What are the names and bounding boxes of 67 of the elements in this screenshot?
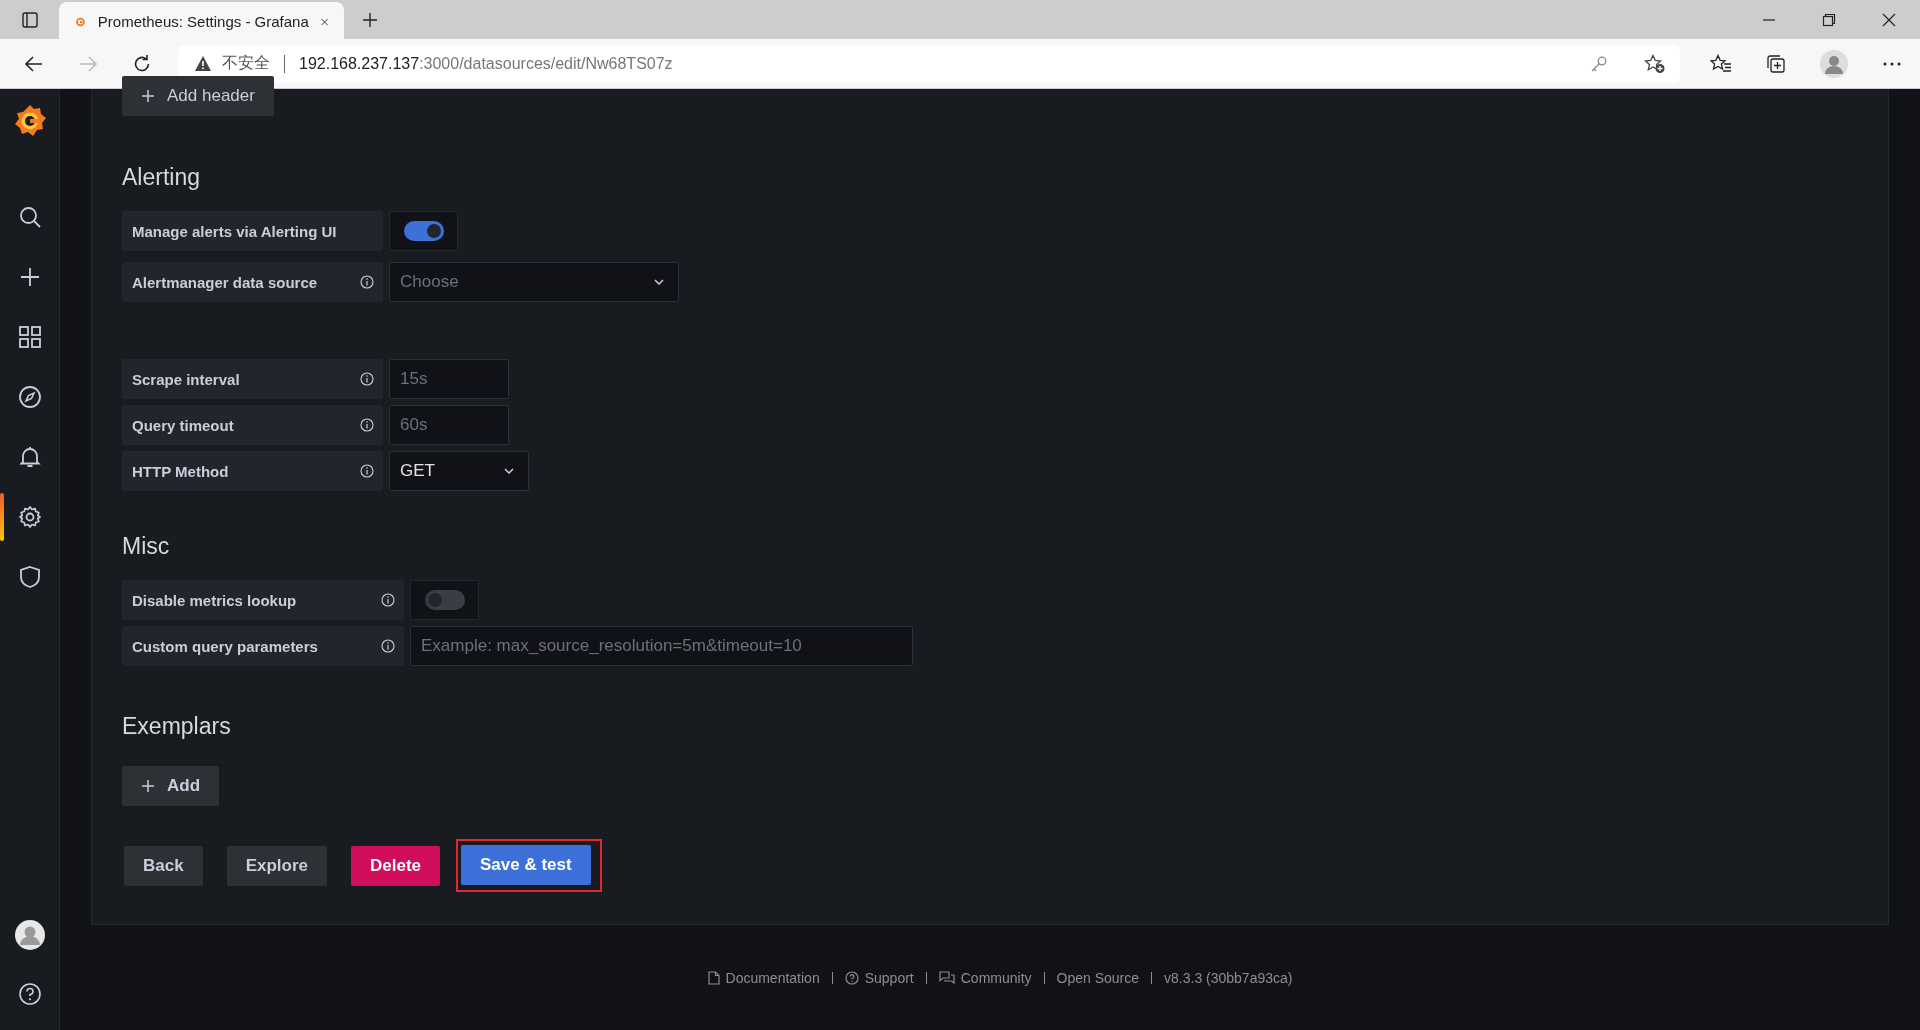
plus-icon [141,779,155,793]
add-button[interactable]: Add [122,766,220,806]
footer-link[interactable]: v8.3.3 (30bb7a93ca) [1164,969,1293,986]
info-icon[interactable] [381,593,395,607]
label-text: Disable metrics lookup [132,591,297,609]
restore-icon[interactable] [1822,12,1836,27]
chat-icon [938,970,955,985]
security-label: 不安全 [222,53,270,73]
info-icon[interactable] [360,464,374,478]
select-field[interactable]: Choose [389,262,679,302]
label-text: HTTP Method [132,462,229,480]
key-icon[interactable] [1590,54,1608,73]
footer-link[interactable]: Community [938,969,1032,986]
info-icon[interactable] [360,372,374,386]
section-heading: Alerting [122,164,201,191]
browser-tab[interactable]: Prometheus: Settings - Grafana [59,2,344,41]
section-heading: Exemplars [122,713,232,740]
collections-icon[interactable] [1766,53,1786,74]
info-icon[interactable] [360,418,374,432]
save-button[interactable]: Save & test [461,845,591,885]
info-icon[interactable] [360,275,374,289]
compass-icon[interactable] [17,385,42,409]
user-avatar-icon[interactable] [14,920,45,950]
label-text: Custom query parameters [132,637,318,655]
select-field[interactable]: GET [389,451,529,491]
tab-actions-icon[interactable] [21,10,39,29]
label-text: Manage alerts via Alerting UI [132,222,337,240]
dashboards-icon[interactable] [17,325,42,349]
action-button[interactable]: Back [124,845,203,886]
toggle-switch[interactable] [424,590,465,610]
section-heading: Misc [122,533,171,560]
label-text: Alertmanager data source [132,273,318,291]
chevron-down-icon [654,279,664,285]
profile-avatar-icon[interactable] [1820,49,1848,78]
refresh-icon[interactable] [132,53,152,74]
back-icon[interactable] [24,53,44,74]
favorites-icon[interactable] [1710,53,1732,74]
new-tab-icon[interactable] [362,11,378,28]
shield-icon[interactable] [18,565,41,589]
help-icon[interactable] [17,982,42,1006]
footer-link[interactable]: Documentation [707,969,820,986]
close-icon[interactable] [1882,12,1896,27]
info-icon[interactable] [381,639,395,653]
footer-link[interactable]: Support [844,969,914,986]
help-icon [844,970,859,985]
chevron-down-icon [504,468,514,474]
action-button[interactable]: Explore [226,845,327,886]
grafana-logo-icon[interactable] [12,103,47,139]
bell-icon[interactable] [17,445,42,469]
add-header-button[interactable]: Add header [122,76,274,116]
document-icon [707,970,720,985]
input-field[interactable]: 60s [389,405,509,445]
settings-icon[interactable] [17,505,42,529]
address-bar[interactable]: 不安全 192.168.237.137:3000/datasources/edit/Nw68TS07z [178,44,1680,83]
url-text: 192.168.237.137:3000/datasources/edit/Nw68TS07z [299,54,673,73]
label-text: Query timeout [132,416,234,434]
warning-icon [194,55,212,72]
delete-button[interactable]: Delete [351,845,441,886]
plus-icon [141,89,155,103]
plus-icon[interactable] [18,266,41,288]
footer-link[interactable]: Open Source [1056,969,1140,986]
add-favorite-icon[interactable] [1644,53,1666,74]
toggle-switch[interactable] [403,221,444,241]
search-icon[interactable] [17,205,42,229]
input-field[interactable]: Example: max_source_resolution=5m&timeout=10 [410,626,913,666]
input-field[interactable]: 15s [389,359,509,399]
label-text: Scrape interval [132,370,240,388]
